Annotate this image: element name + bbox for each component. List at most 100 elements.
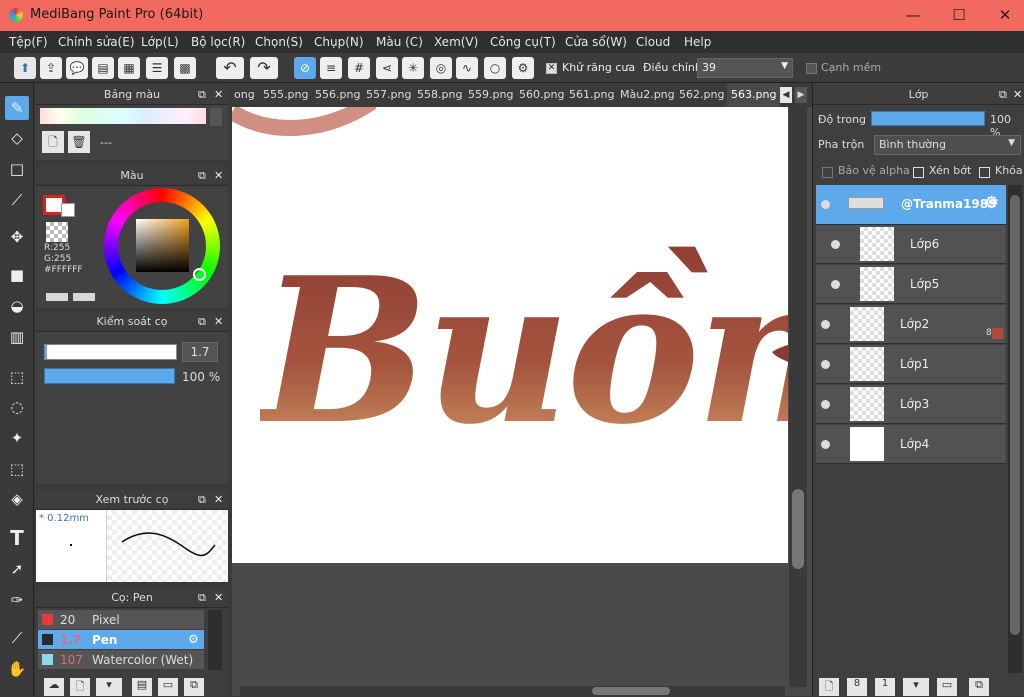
layer-row[interactable]: Lớp5 [816, 265, 1006, 304]
canvas-horizontal-scrollbar[interactable] [240, 686, 785, 696]
color-mode-button-1[interactable] [46, 293, 68, 301]
menu-file[interactable]: Tệp(F) [9, 35, 48, 49]
tab-557[interactable]: 557.png [366, 88, 411, 101]
tab-556[interactable]: 556.png [315, 88, 360, 101]
brush-folder-icon[interactable]: ▭ [158, 678, 178, 696]
move-tool-icon[interactable]: ✥ [5, 225, 29, 249]
visibility-eye-icon[interactable] [821, 200, 830, 209]
close-icon[interactable]: ✕ [214, 490, 223, 510]
gear-icon[interactable]: ⚙ [984, 193, 999, 213]
blend-mode-select[interactable]: Bình thường ▼ [874, 135, 1021, 155]
new-palette-button[interactable]: 🗋 [42, 131, 64, 153]
grid-icon[interactable]: ▩ [174, 57, 196, 79]
visibility-eye-icon[interactable] [831, 240, 840, 249]
lock-checkbox[interactable] [979, 165, 990, 179]
close-icon[interactable]: ✕ [214, 85, 223, 105]
magic-wand-tool-icon[interactable]: ✦ [5, 426, 29, 450]
tab-scroll-right-icon[interactable]: ▶ [795, 87, 807, 103]
menu-tools[interactable]: Công cụ(T) [490, 35, 556, 49]
select-eraser-tool-icon[interactable]: ◈ [5, 487, 29, 511]
popout-icon[interactable]: ⧉ [198, 166, 206, 186]
tab-mau2[interactable]: Màu2.png [620, 88, 675, 101]
settings-gear-icon[interactable]: ⚙ [512, 57, 534, 79]
correction-select[interactable]: 39 ▼ [697, 58, 793, 78]
brush-item[interactable]: 107 Watercolor (Wet) [38, 650, 204, 669]
share-icon[interactable]: ⇪ [40, 57, 62, 79]
transparent-color-swatch[interactable] [46, 222, 68, 242]
brush-settings-icon[interactable]: ▤ [132, 678, 152, 696]
layers-scrollbar[interactable] [1008, 185, 1022, 673]
minimize-button[interactable]: — [890, 0, 936, 31]
layer-row[interactable]: Lớp2 8 [816, 305, 1006, 344]
menu-edit[interactable]: Chỉnh sửa(E) [58, 35, 135, 49]
concentric-snap-icon[interactable]: ◎ [430, 57, 452, 79]
tab-561[interactable]: 561.png [569, 88, 614, 101]
maximize-button[interactable]: ☐ [936, 0, 982, 31]
document-canvas[interactable]: Buồn [232, 107, 788, 563]
palette-scrollbar[interactable] [210, 108, 222, 126]
popout-icon[interactable]: ⧉ [999, 85, 1007, 105]
perspective-snap-icon[interactable]: ⋖ [376, 57, 398, 79]
smooth-edge-checkbox[interactable] [806, 61, 817, 75]
fill-shape-tool-icon[interactable]: ■ [5, 263, 29, 287]
text-tool-icon[interactable]: T [5, 526, 29, 550]
menu-view[interactable]: Xem(V) [434, 35, 478, 49]
visibility-eye-icon[interactable] [821, 360, 830, 369]
close-icon[interactable]: ✕ [1013, 85, 1022, 105]
close-icon[interactable]: ✕ [214, 312, 223, 332]
tab-563[interactable]: 563.png [727, 83, 781, 107]
delete-palette-button[interactable]: 🗑 [68, 131, 90, 153]
hue-ring[interactable] [104, 188, 220, 304]
copy-brush-icon[interactable]: ⧉ [184, 678, 204, 696]
comment-icon[interactable]: ▤ [92, 57, 114, 79]
antialias-checkbox[interactable]: ✕ [546, 61, 557, 75]
canvas-vertical-scrollbar[interactable] [789, 107, 807, 687]
brush-opacity-slider[interactable] [44, 368, 175, 384]
menu-select[interactable]: Chọn(S) [255, 35, 303, 49]
visibility-eye-icon[interactable] [821, 320, 830, 329]
eraser-tool-icon[interactable]: ◇ [5, 126, 29, 150]
menu-help[interactable]: Help [684, 35, 711, 49]
speech-bubble-icon[interactable]: 💬 [66, 57, 88, 79]
duplicate-layer-icon[interactable]: ⧉ [969, 678, 989, 696]
popout-icon[interactable]: ⧉ [198, 85, 206, 105]
visibility-eye-icon[interactable] [821, 440, 830, 449]
operation-tool-icon[interactable]: ➚ [5, 557, 29, 581]
gear-icon[interactable]: ⚙ [188, 632, 199, 646]
hue-handle[interactable] [193, 268, 206, 281]
menu-cloud[interactable]: Cloud [636, 35, 670, 49]
layer-row[interactable]: Lớp6 [816, 225, 1006, 264]
document-icon[interactable]: ▦ [118, 57, 140, 79]
tab-ong[interactable]: ong [234, 88, 255, 101]
grid-snap-icon[interactable]: # [348, 57, 370, 79]
visibility-eye-icon[interactable] [831, 280, 840, 289]
popout-icon[interactable]: ⧉ [198, 490, 206, 510]
bucket-tool-icon[interactable]: ◒ [5, 294, 29, 318]
layer-folder[interactable]: @Tranma1989 ⚙ [816, 185, 1006, 225]
undo-icon[interactable]: ↶ [216, 57, 244, 79]
background-color-swatch[interactable] [61, 203, 75, 217]
layer-opacity-slider[interactable] [871, 111, 985, 126]
close-icon[interactable]: ✕ [214, 588, 223, 608]
menu-layer[interactable]: Lớp(L) [141, 35, 179, 49]
layer-row[interactable]: Lớp1 [816, 345, 1006, 384]
tab-scroll-left-icon[interactable]: ◀ [780, 87, 792, 103]
canvas-horizontal-thumb[interactable] [592, 687, 670, 695]
tab-560[interactable]: 560.png [519, 88, 564, 101]
canvas-vertical-thumb[interactable] [792, 489, 804, 569]
tab-555[interactable]: 555.png [263, 88, 308, 101]
eyedropper-tool-icon[interactable]: ⟋ [5, 626, 29, 650]
popout-icon[interactable]: ⧉ [198, 588, 206, 608]
layer-row[interactable]: Lớp3 [816, 385, 1006, 424]
protect-alpha-checkbox[interactable] [822, 165, 833, 179]
hand-tool-icon[interactable]: ✋ [5, 657, 29, 681]
tab-558[interactable]: 558.png [417, 88, 462, 101]
brush-list-scrollbar[interactable] [208, 610, 222, 670]
menu-color[interactable]: Màu (C) [376, 35, 423, 49]
divide-tool-icon[interactable]: ✑ [5, 588, 29, 612]
brush-tool-icon[interactable]: ⟋ [5, 188, 29, 212]
curve-snap-icon[interactable]: ∿ [456, 57, 478, 79]
brush-item-selected[interactable]: 1.7 Pen ⚙ [38, 630, 204, 649]
cloud-upload-icon[interactable]: ⬆ [14, 57, 36, 79]
close-button[interactable]: ✕ [982, 0, 1024, 31]
